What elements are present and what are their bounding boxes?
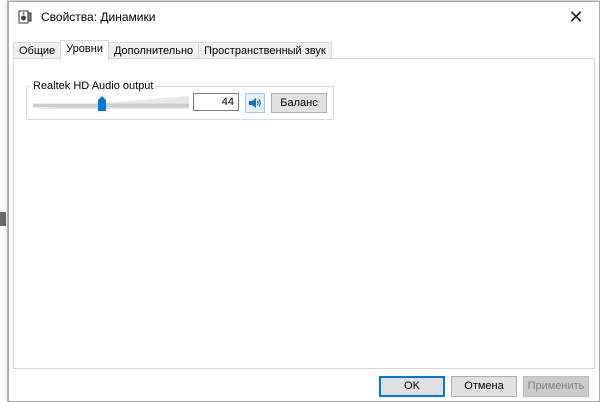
- window-title: Свойства: Динамики: [41, 10, 156, 24]
- close-button[interactable]: ✕: [553, 2, 599, 32]
- apply-button[interactable]: Применить: [523, 376, 589, 397]
- properties-dialog: Свойства: Динамики ✕ Общие Уровни Дополн…: [8, 1, 600, 402]
- close-icon: ✕: [568, 6, 584, 27]
- speaker-icon: [249, 98, 261, 108]
- cancel-button[interactable]: Отмена: [451, 376, 517, 397]
- volume-slider-thumb[interactable]: [97, 96, 107, 112]
- speaker-device-icon: [18, 10, 32, 24]
- background-mark: [0, 212, 6, 226]
- balance-button[interactable]: Баланс: [271, 93, 327, 113]
- title-bar[interactable]: Свойства: Динамики ✕: [9, 2, 599, 32]
- volume-slider[interactable]: [33, 93, 189, 115]
- levels-panel: Realtek HD Audio output 44 Баланс: [13, 58, 595, 369]
- mute-button[interactable]: [245, 93, 265, 113]
- background-window-strip: [0, 0, 8, 402]
- ok-button[interactable]: OK: [379, 376, 445, 397]
- tab-strip: Общие Уровни Дополнительно Пространствен…: [13, 40, 332, 61]
- volume-ramp: [33, 96, 189, 109]
- device-level-group: Realtek HD Audio output 44 Баланс: [26, 80, 334, 120]
- volume-value-field[interactable]: 44: [193, 93, 239, 111]
- device-label: Realtek HD Audio output: [31, 80, 156, 92]
- tab-levels[interactable]: Уровни: [60, 40, 109, 61]
